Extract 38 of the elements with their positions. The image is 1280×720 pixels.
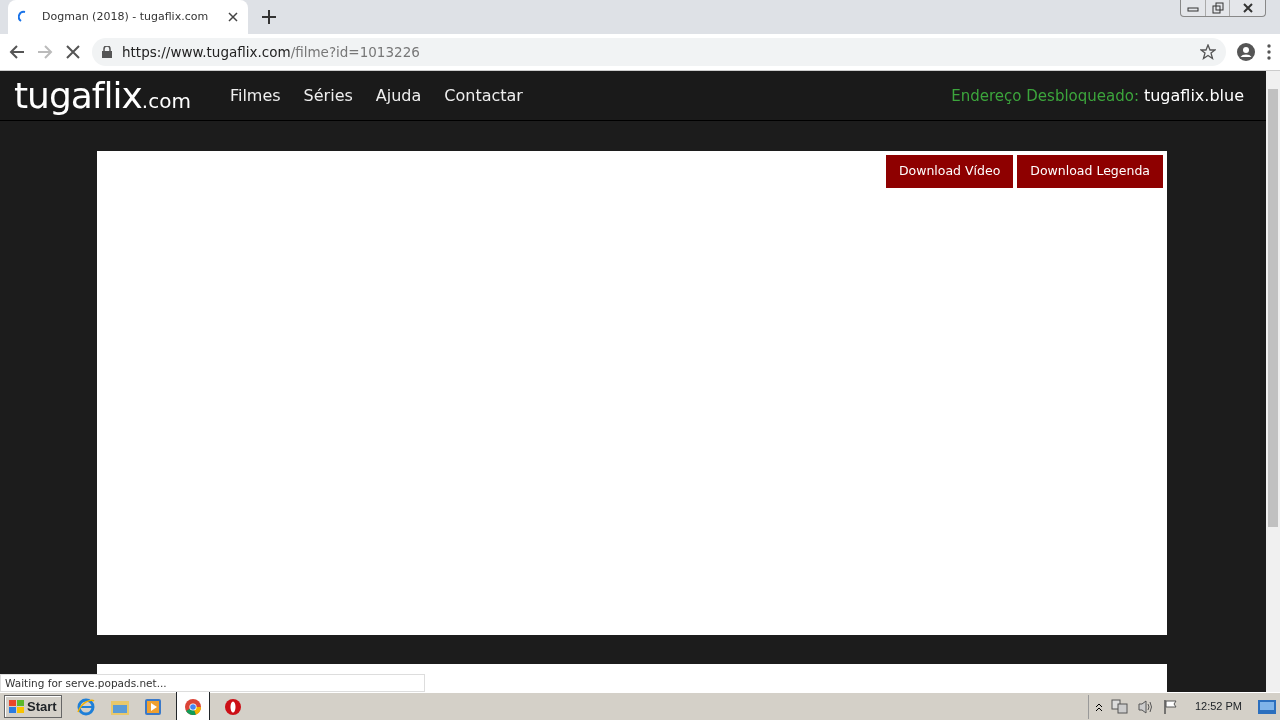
new-tab-icon[interactable]: [262, 10, 276, 24]
lock-icon: [102, 46, 112, 58]
video-player[interactable]: Download Vídeo Download Legenda: [97, 151, 1167, 635]
profile-icon[interactable]: [1236, 42, 1256, 62]
address-bar[interactable]: https://www.tugaflix.com/filme?id=1013226: [92, 38, 1226, 66]
windows-logo-icon: [9, 699, 25, 714]
nav-link[interactable]: Ajuda: [375, 83, 422, 108]
minimize-icon: [1187, 4, 1199, 12]
notice-link[interactable]: tugaflix.blue: [1143, 83, 1244, 108]
close-icon[interactable]: [228, 12, 238, 22]
chrome-icon: [184, 699, 201, 716]
network-icon[interactable]: [1110, 698, 1129, 715]
speaker-icon[interactable]: [1136, 698, 1155, 715]
media-player-icon[interactable]: [143, 697, 162, 716]
status-text: Waiting for serve.popads.net...: [0, 674, 425, 692]
clock[interactable]: 12:52 PM: [1194, 698, 1242, 715]
notice-label: Endereço Desbloqueado:: [951, 85, 1139, 107]
show-desktop-icon[interactable]: [1258, 698, 1276, 715]
star-icon[interactable]: [1200, 44, 1216, 60]
close-icon: [1241, 3, 1254, 13]
nav-link[interactable]: Séries: [303, 83, 353, 108]
back-icon[interactable]: [8, 43, 26, 61]
opera-icon[interactable]: [223, 697, 242, 716]
site-logo[interactable]: tugaflix.com: [14, 77, 191, 114]
menu-icon[interactable]: [1266, 43, 1272, 61]
browser-tab[interactable]: Dogman (2018) - tugaflix.com: [8, 0, 248, 34]
scrollbar[interactable]: [1266, 71, 1280, 692]
internet-explorer-icon[interactable]: [75, 696, 96, 717]
download-button[interactable]: Download Legenda: [1017, 155, 1163, 188]
nav-link[interactable]: Contactar: [444, 83, 523, 108]
nav-link[interactable]: Filmes: [229, 83, 281, 108]
tab-title: Dogman (2018) - tugaflix.com: [42, 8, 210, 25]
stop-icon[interactable]: [64, 43, 82, 61]
chevron-up-icon[interactable]: [1094, 701, 1103, 712]
flag-icon[interactable]: [1162, 698, 1179, 715]
restore-icon: [1211, 2, 1224, 14]
start-button[interactable]: Start: [4, 694, 62, 719]
download-button[interactable]: Download Vídeo: [885, 155, 1014, 188]
